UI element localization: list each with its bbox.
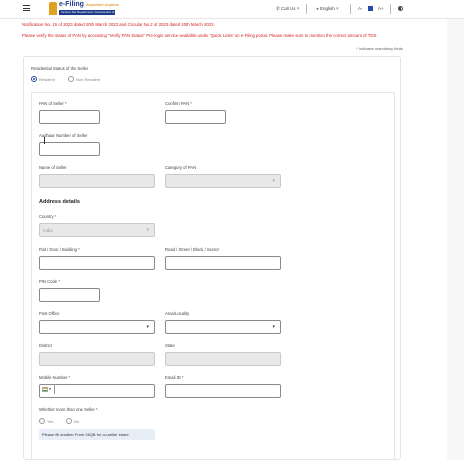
area-select[interactable] [165,320,281,334]
email-input[interactable] [165,384,281,398]
area-label: Area/Locality [165,311,190,316]
text-cursor [44,137,45,144]
flat-label: Flat / Door / Building * [39,247,80,252]
chevron-down-icon[interactable]: ▾ [49,386,51,391]
pan-status-notice: Please verify the status of PAN by acces… [22,33,378,38]
mobile-label: Mobile Number * [39,375,71,380]
mobile-input[interactable] [39,384,155,398]
language-label: English [319,6,335,11]
post-office-select[interactable] [39,320,155,334]
font-increase-button[interactable]: A+ [378,6,384,11]
font-default-button[interactable] [368,6,373,11]
confirm-pan-label: Confirm PAN * [165,101,192,106]
emblem-logo [49,2,57,15]
radio-yes-label: Yes [47,419,54,424]
email-label: Email ID * [165,375,184,380]
state-label: State [165,343,175,348]
header-divider [350,4,351,14]
country-value: India [43,228,53,233]
road-label: Road / Street / Block / Sector [165,247,219,252]
aadhaar-label: Aadhaar Number of Seller [39,133,88,138]
mandatory-fields-note: * Indicates mandatory fields [356,47,403,51]
top-header: e-Filing Anywhere Anytime Income Tax Dep… [0,0,464,19]
state-field [165,352,281,366]
pan-label: PAN of Seller * [39,101,67,106]
logo-tagline: Anywhere Anytime [85,2,119,7]
country-code-divider [54,384,55,394]
language-selector[interactable]: ◕ English ˅ [316,6,339,11]
country-label: Country * [39,214,57,219]
header-divider [390,4,391,14]
country-select: India [39,223,155,237]
radio-yes[interactable] [39,418,45,424]
radio-non-resident[interactable] [68,76,74,82]
page-gutter [447,19,464,460]
district-label: District [39,343,52,348]
aadhaar-input[interactable] [39,142,100,156]
india-flag-icon[interactable] [42,387,48,392]
seller-name-label: Name of Seller [39,165,67,170]
site-logo[interactable]: e-Filing Anywhere Anytime [59,1,119,8]
contrast-icon[interactable] [398,6,403,11]
multiple-sellers-label: Whether more than one Seller * [39,407,98,412]
residential-status-label: Residential Status of the Seller [31,66,89,71]
header-divider [306,4,307,14]
confirm-pan-input[interactable] [165,110,226,124]
road-input[interactable] [165,256,281,270]
logo-title: e-Filing [59,1,84,8]
font-decrease-button[interactable]: A- [358,6,363,11]
post-office-label: Post Office [39,311,60,316]
notification-notice: Notification No. 15 of 2023 dated 20th M… [22,22,215,27]
radio-resident-label: Resident [39,77,55,82]
pan-category-label: Category of PAN [165,165,197,170]
pan-input[interactable] [39,110,100,124]
pan-category-select [165,174,281,188]
pin-code-input[interactable] [39,288,100,302]
district-field [39,352,155,366]
call-us-label: Call Us [281,6,296,11]
radio-no[interactable] [66,418,72,424]
radio-no-label: No [74,419,80,424]
co-seller-info: Please fill another Form 26QB for co-sel… [39,429,155,440]
radio-resident[interactable] [31,76,37,82]
pin-code-label: PIN Code * [39,279,60,284]
radio-non-resident-label: Non Resident [76,77,101,82]
seller-name-field [39,174,155,188]
address-details-heading: Address details [39,199,80,205]
logo-subtitle: Income Tax Department, Government of Ind… [59,10,115,15]
call-us-menu[interactable]: ✆ Call Us ˅ [276,6,299,12]
flat-input[interactable] [39,256,155,270]
menu-icon[interactable] [23,5,30,11]
